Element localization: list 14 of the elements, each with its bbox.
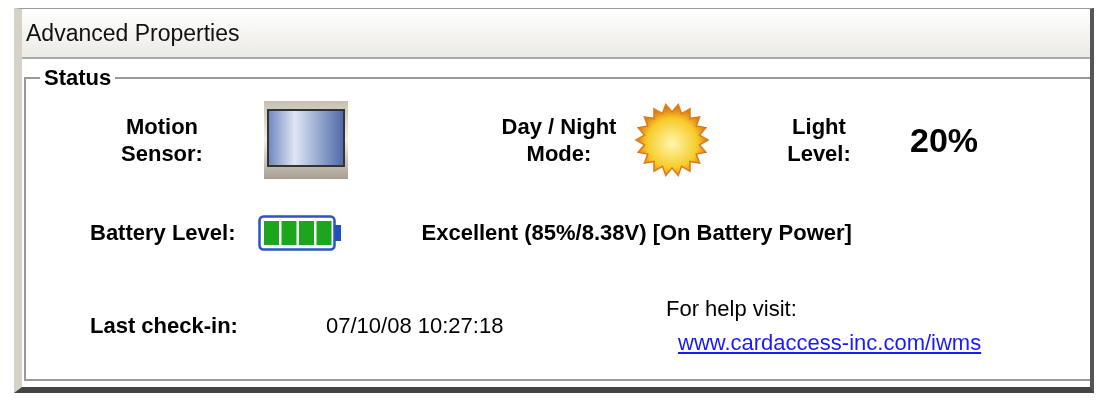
- light-level-label: Light Level:: [786, 113, 852, 167]
- light-level-value: 20%: [910, 120, 979, 160]
- motion-sensor-icon: [264, 101, 348, 179]
- last-check-in-label: Last check-in:: [90, 313, 239, 339]
- help-link[interactable]: www.cardaccess-inc.com/iwms: [678, 330, 982, 356]
- battery-level-label: Battery Level:: [90, 220, 236, 246]
- battery-status-text: Excellent (85%/8.38V) [On Battery Power]: [421, 220, 852, 246]
- sun-icon: [634, 102, 710, 178]
- battery-icon: [257, 215, 342, 251]
- help-text: For help visit:: [666, 296, 798, 322]
- group-title: Status: [43, 65, 113, 91]
- day-night-label: Day / Night Mode:: [500, 113, 618, 167]
- motion-sensor-label: Motion Sensor:: [120, 113, 204, 167]
- last-check-in-time: 07/10/08 10:27:18: [326, 313, 505, 339]
